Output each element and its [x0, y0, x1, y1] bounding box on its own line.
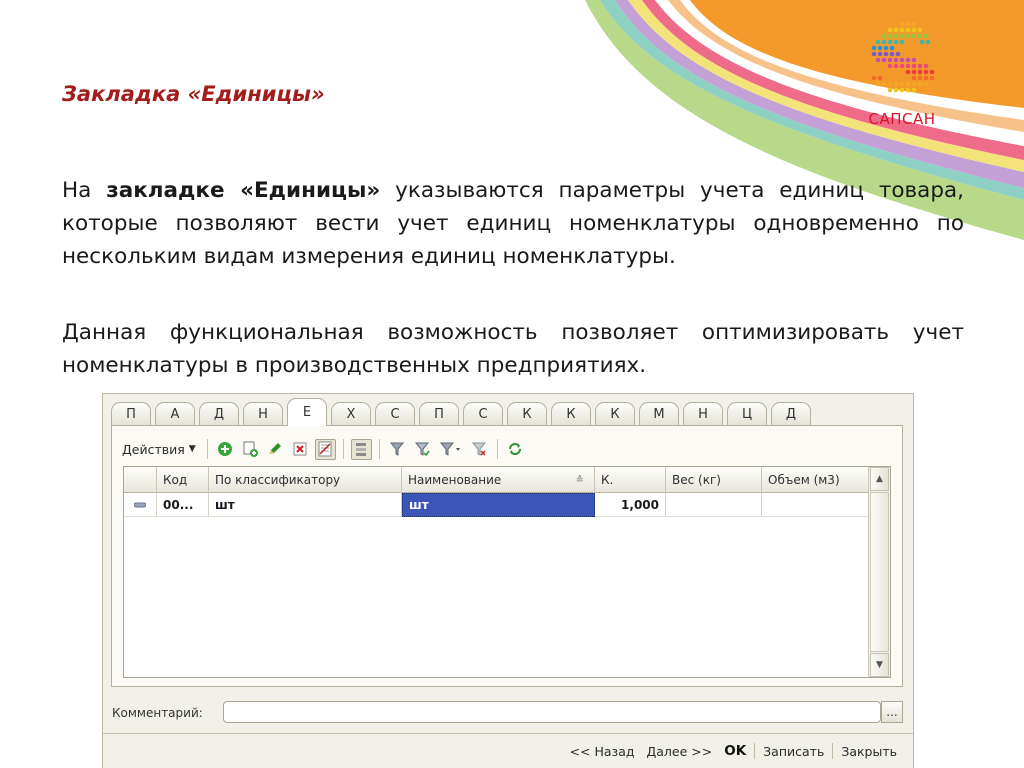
- back-button[interactable]: << Назад: [564, 744, 641, 759]
- scroll-down-icon[interactable]: ▼: [870, 653, 889, 677]
- row-marker-icon: [124, 493, 157, 517]
- edit-pencil-icon[interactable]: [265, 439, 286, 460]
- table-row[interactable]: 00... шт шт 1,000: [124, 493, 869, 517]
- refresh-icon[interactable]: [505, 439, 526, 460]
- tab-11[interactable]: К: [595, 402, 635, 426]
- tab-5[interactable]: Х: [331, 402, 371, 426]
- cell-name-selected[interactable]: шт: [402, 493, 595, 517]
- tab-7[interactable]: П: [419, 402, 459, 426]
- column-header-classifier[interactable]: По классификатору: [209, 467, 402, 493]
- tab-strip: ПАДНЕХСПСКККМНЦД: [111, 398, 815, 426]
- form-window: ПАДНЕХСПСКККМНЦД Действия ▼ Код По класс…: [102, 393, 914, 768]
- toolbar-separator: [378, 439, 380, 459]
- slide-title: Закладка «Единицы»: [62, 82, 325, 106]
- column-header-code[interactable]: Код: [157, 467, 209, 493]
- footer-separator: [754, 743, 756, 759]
- cell-volume[interactable]: [762, 493, 869, 517]
- para-bold: закладке «Единицы»: [106, 178, 381, 203]
- paragraph-description: На закладке «Единицы» указываются параме…: [62, 174, 964, 273]
- ok-button[interactable]: OK: [718, 743, 752, 759]
- column-header-weight[interactable]: Вес (кг): [666, 467, 762, 493]
- copy-icon[interactable]: [240, 439, 261, 460]
- tab-15[interactable]: Д: [771, 402, 811, 426]
- cell-k[interactable]: 1,000: [595, 493, 666, 517]
- form-footer: << Назад Далее >> OK Записать Закрыть: [103, 733, 913, 768]
- footer-separator: [832, 743, 834, 759]
- filter-dropdown-icon[interactable]: [437, 439, 465, 460]
- tab-14[interactable]: Ц: [727, 402, 767, 426]
- save-button[interactable]: Записать: [757, 744, 830, 759]
- sort-indicator-icon: ≙: [575, 474, 584, 486]
- column-header-name-label: Наименование: [408, 473, 502, 487]
- filter-clear-icon[interactable]: [469, 439, 490, 460]
- comment-input[interactable]: [223, 701, 881, 723]
- logo-text: САПСАН: [868, 110, 936, 128]
- actions-menu-button[interactable]: Действия ▼: [122, 442, 200, 457]
- table-header: Код По классификатору Наименование ≙ К. …: [124, 467, 869, 493]
- footer-buttons: << Назад Далее >> OK Записать Закрыть: [564, 743, 903, 759]
- tab-8[interactable]: С: [463, 402, 503, 426]
- dropdown-arrow-icon: ▼: [188, 444, 196, 454]
- scroll-thumb[interactable]: [870, 492, 889, 652]
- comment-select-button[interactable]: ...: [881, 701, 903, 723]
- next-button[interactable]: Далее >>: [641, 744, 719, 759]
- comment-label: Комментарий:: [112, 706, 203, 720]
- filter-set-icon[interactable]: [387, 439, 408, 460]
- dots-logo-icon: [871, 21, 935, 93]
- tab-panel-units: Действия ▼ Код По классификатору Наимено…: [111, 425, 903, 687]
- tab-9[interactable]: К: [507, 402, 547, 426]
- column-header-name[interactable]: Наименование ≙: [402, 467, 595, 493]
- delete-icon[interactable]: [290, 439, 311, 460]
- tab-4[interactable]: Е: [287, 398, 327, 426]
- column-header-volume[interactable]: Объем (м3): [762, 467, 869, 493]
- column-header-k[interactable]: К.: [595, 467, 666, 493]
- checklist-icon[interactable]: [314, 438, 336, 460]
- scroll-up-icon[interactable]: ▲: [870, 467, 889, 491]
- para-lead: На: [62, 178, 107, 203]
- toolbar-separator: [342, 439, 344, 459]
- tab-13[interactable]: Н: [683, 402, 723, 426]
- sapsan-logo: САПСАН: [852, 18, 962, 133]
- tab-10[interactable]: К: [551, 402, 591, 426]
- paragraph-benefit: Данная функциональная возможность позвол…: [62, 320, 964, 378]
- cell-weight[interactable]: [666, 493, 762, 517]
- tab-6[interactable]: С: [375, 402, 415, 426]
- tab-3[interactable]: Н: [243, 402, 283, 426]
- header-row-marker: [124, 467, 157, 493]
- toolbar-separator: [496, 439, 498, 459]
- add-icon[interactable]: [215, 439, 236, 460]
- hierarchy-icon[interactable]: [350, 438, 372, 460]
- tab-1[interactable]: А: [155, 402, 195, 426]
- tab-0[interactable]: П: [111, 402, 151, 426]
- units-table: Код По классификатору Наименование ≙ К. …: [123, 466, 891, 678]
- toolbar-separator: [206, 439, 208, 459]
- grid-toolbar: Действия ▼: [122, 436, 526, 462]
- actions-label: Действия: [122, 441, 185, 457]
- tab-12[interactable]: М: [639, 402, 679, 426]
- filter-icon[interactable]: [412, 439, 433, 460]
- cell-classifier[interactable]: шт: [209, 493, 402, 517]
- close-button[interactable]: Закрыть: [835, 744, 903, 759]
- vertical-scrollbar[interactable]: ▲ ▼: [868, 467, 890, 677]
- cell-code[interactable]: 00...: [157, 493, 209, 517]
- tab-2[interactable]: Д: [199, 402, 239, 426]
